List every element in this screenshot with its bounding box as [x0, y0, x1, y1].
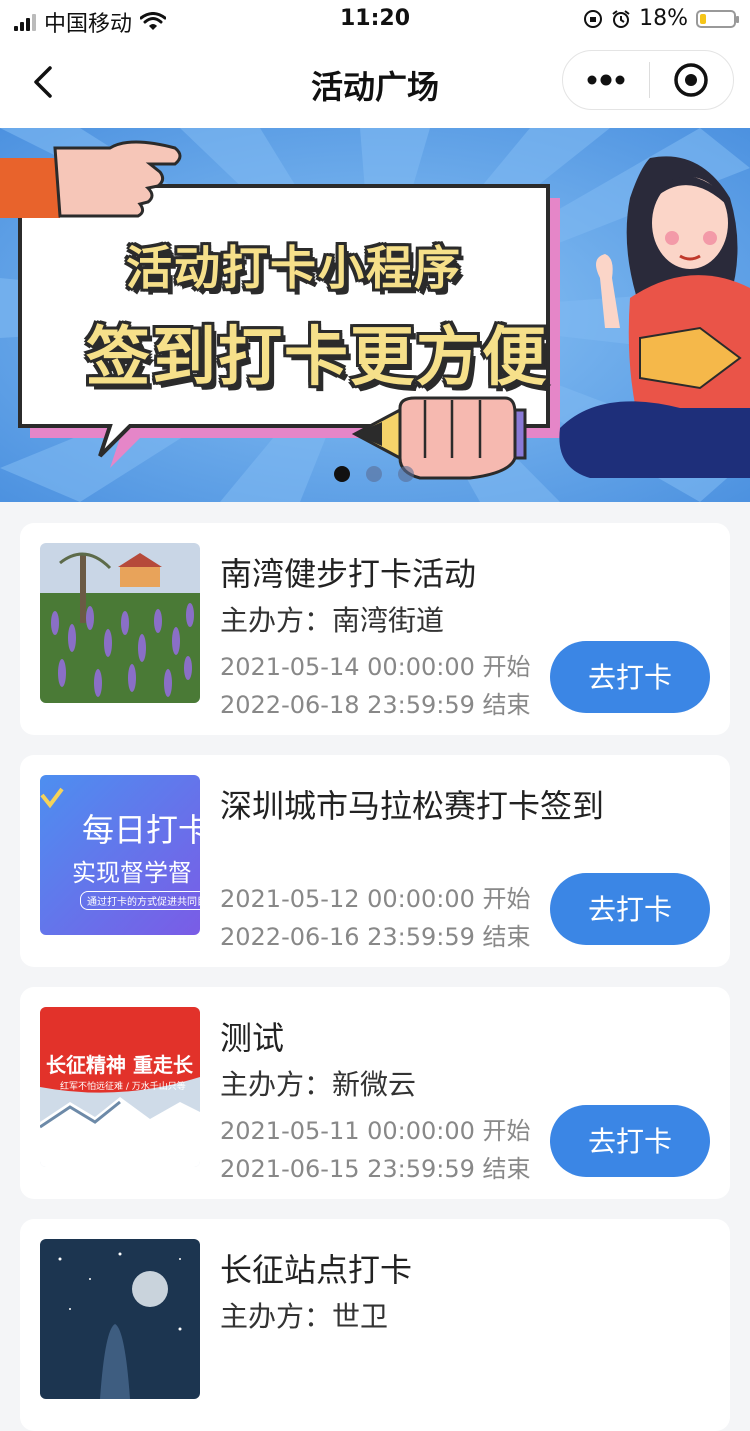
banner-title-line2: 签到打卡更方便	[86, 321, 548, 395]
battery-fill	[700, 13, 706, 24]
activity-end-time: 2021-06-15 23:59:59 结束	[220, 1155, 531, 1183]
mini-program-capsule	[562, 50, 734, 110]
activity-title: 测试	[220, 1019, 285, 1057]
alarm-icon	[612, 9, 630, 28]
thumb-text-line2: 红军不怕远征难 / 万水千山只等	[60, 1082, 186, 1092]
thumb-text-line1: 长征精神 重走长	[46, 1053, 193, 1077]
activity-title: 深圳城市马拉松赛打卡签到	[220, 787, 605, 825]
activity-card[interactable]: 长征精神 重走长 红军不怕远征难 / 万水千山只等 测试 主办方：新微云 202…	[20, 987, 730, 1199]
battery-icon	[696, 9, 739, 28]
banner-carousel[interactable]: 活动打卡小程序 签到打卡更方便	[0, 128, 750, 502]
activity-start-time: 2021-05-11 00:00:00 开始	[220, 1117, 531, 1145]
activity-thumbnail: 长征精神 重走长 红军不怕远征难 / 万水千山只等	[40, 1007, 200, 1167]
nav-bar: 活动广场	[0, 40, 750, 128]
activity-start-time: 2021-05-14 00:00:00 开始	[220, 653, 531, 681]
activity-organizer: 主办方：新微云	[220, 1068, 417, 1101]
thumb-text-line1: 每日打卡	[82, 811, 200, 849]
activity-organizer: 主办方：世卫	[220, 1300, 389, 1333]
carousel-dot[interactable]	[366, 466, 382, 482]
activity-thumbnail: 每日打卡 实现督学督 通过打卡的方式促进共同目标	[40, 775, 200, 935]
close-program-button[interactable]	[650, 50, 734, 110]
checkin-button[interactable]: 去打卡	[550, 641, 710, 713]
rotation-lock-icon	[584, 9, 603, 28]
activity-end-time: 2022-06-16 23:59:59 结束	[220, 923, 531, 951]
activity-card[interactable]: 每日打卡 实现督学督 通过打卡的方式促进共同目标 深圳城市马拉松赛打卡签到 20…	[20, 755, 730, 967]
more-button[interactable]	[563, 50, 649, 110]
carousel-dot[interactable]	[398, 466, 414, 482]
night-sky-image	[40, 1239, 200, 1399]
activity-card[interactable]: 长征站点打卡 主办方：世卫	[20, 1219, 730, 1431]
activity-card[interactable]: 南湾健步打卡活动 主办方：南湾街道 2021-05-14 00:00:00 开始…	[20, 523, 730, 735]
flower-field-image	[40, 543, 200, 703]
status-bar: 中国移动 11:20 18%	[0, 0, 750, 40]
thumb-text-line2: 实现督学督	[72, 859, 192, 887]
activity-thumbnail	[40, 543, 200, 703]
checkin-button[interactable]: 去打卡	[550, 873, 710, 945]
carousel-dots	[334, 466, 414, 482]
battery-percent: 18%	[639, 6, 688, 31]
activity-title: 长征站点打卡	[220, 1251, 413, 1289]
activity-end-time: 2022-06-18 23:59:59 结束	[220, 691, 531, 719]
checkin-button[interactable]: 去打卡	[550, 1105, 710, 1177]
carousel-dot[interactable]	[334, 466, 350, 482]
activity-thumbnail	[40, 1239, 200, 1399]
activity-start-time: 2021-05-12 00:00:00 开始	[220, 885, 531, 913]
activity-organizer: 主办方：南湾街道	[220, 604, 445, 637]
target-icon	[674, 63, 708, 97]
activity-title: 南湾健步打卡活动	[220, 555, 477, 593]
banner-title-line1: 活动打卡小程序	[126, 241, 462, 295]
thumb-text-line3: 通过打卡的方式促进共同目标	[80, 891, 200, 910]
status-right: 18%	[583, 6, 739, 31]
more-icon	[587, 74, 625, 86]
